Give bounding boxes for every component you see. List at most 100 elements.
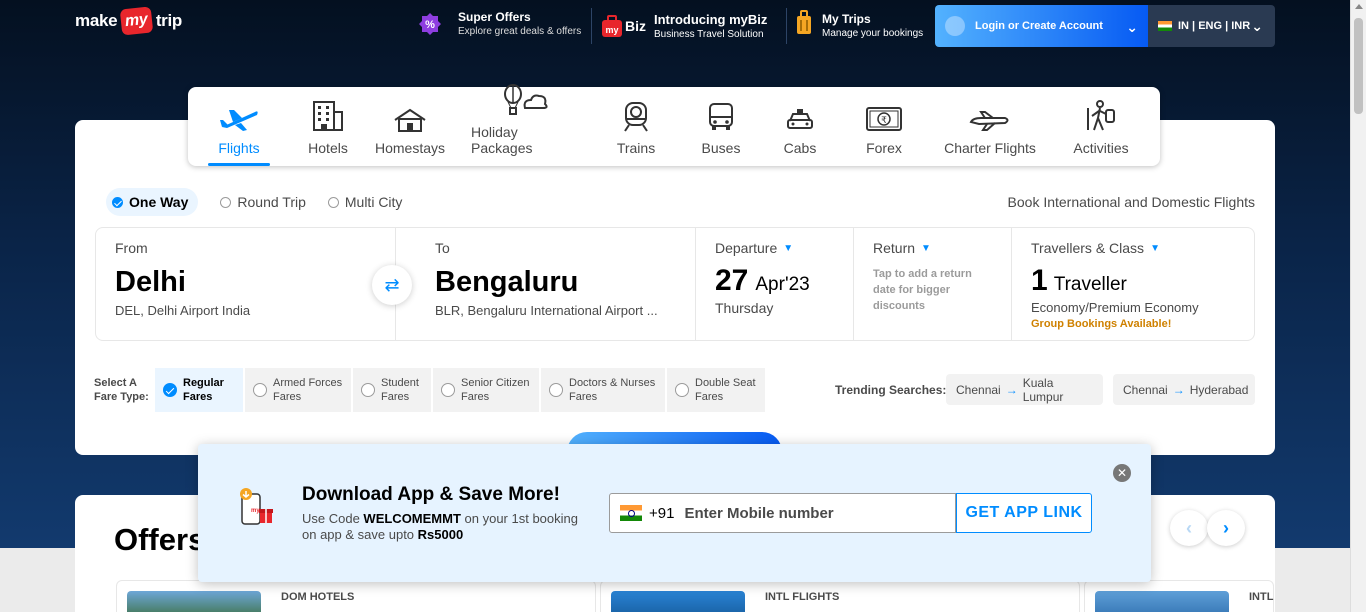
nav-holiday-packages[interactable]: Holiday Packages — [471, 84, 579, 166]
locale-selector[interactable]: IN | ENG | INR ⌄ — [1148, 5, 1275, 47]
scrollbar-thumb[interactable] — [1354, 18, 1363, 114]
radio-icon — [327, 196, 339, 208]
makemytrip-logo[interactable]: make my trip — [75, 6, 182, 36]
nav-flights[interactable]: Flights — [208, 87, 270, 166]
nav-buses[interactable]: Buses — [702, 87, 740, 166]
logo-text-make: make — [75, 11, 118, 30]
header-divider — [591, 8, 592, 44]
nav-label: Holiday Packages — [471, 124, 533, 156]
departure-day: 27 — [715, 264, 749, 297]
nav-trains[interactable]: Trains — [617, 87, 655, 166]
fare-type-label-line: Fare Type: — [94, 391, 149, 403]
fare-type-label: Select A Fare Type: — [94, 376, 149, 404]
fare-label: Fares — [381, 391, 410, 403]
offers-next-button[interactable]: › — [1207, 510, 1245, 546]
fare-label: Regular — [183, 377, 224, 389]
scroll-up-arrow-icon[interactable] — [1355, 4, 1363, 9]
fare-label: Double Seat — [695, 377, 756, 389]
nav-activities[interactable]: Activities — [1072, 87, 1130, 166]
mybiz-link[interactable]: my Biz Introducing myBiz Business Travel… — [601, 12, 767, 40]
fare-label: Fares — [183, 391, 213, 403]
chevron-down-icon: ▼ — [921, 242, 931, 254]
radio-icon — [220, 196, 232, 208]
trending-from: Chennai — [1123, 382, 1168, 397]
mybiz-badge: Biz — [625, 18, 646, 34]
my-trips-subtitle: Manage your bookings — [822, 28, 924, 39]
trending-to: Hyderabad — [1189, 382, 1249, 397]
chevron-down-icon: ⌄ — [1126, 19, 1138, 35]
group-bookings-link[interactable]: Group Bookings Available! — [1031, 318, 1254, 330]
nav-hotels[interactable]: Hotels — [306, 87, 350, 166]
fare-armed-forces[interactable]: Armed Forces Fares — [245, 368, 351, 412]
nav-forex[interactable]: ₹ Forex — [864, 87, 904, 166]
radio-icon — [361, 383, 375, 397]
nav-label: Buses — [701, 140, 741, 156]
from-city: Delhi — [115, 266, 186, 298]
locale-label: IN | ENG | INR — [1178, 20, 1251, 32]
offer-category: DOM HOTELS — [281, 591, 355, 603]
fare-label: Fares — [569, 391, 598, 403]
activities-icon — [1084, 98, 1118, 132]
super-offers-link[interactable]: % Super Offers Explore great deals & off… — [418, 10, 581, 37]
departure-field[interactable]: Departure ▼ 27 Apr'23 Thursday — [696, 228, 854, 340]
get-app-link-button[interactable]: GET APP LINK — [956, 493, 1092, 533]
travel-class: Economy/Premium Economy — [1031, 300, 1199, 315]
mobile-number-input[interactable] — [684, 504, 935, 522]
trip-type-one-way[interactable]: One Way — [106, 188, 199, 216]
return-field[interactable]: Return ▼ Tap to add a return date for big… — [854, 228, 1012, 340]
chevron-down-icon: ⌄ — [1251, 18, 1263, 34]
departure-label: Departure — [715, 240, 778, 256]
fare-type-options: Regular Fares Armed Forces Fares Student Fa… — [155, 368, 767, 412]
page-scrollbar[interactable] — [1350, 0, 1366, 612]
to-field[interactable]: To Bengaluru BLR, Bengaluru Internationa… — [396, 228, 696, 340]
trending-searches-label: Trending Searches: — [835, 383, 947, 397]
return-hint: Tap to add a return date for bigger disc… — [873, 268, 972, 312]
chevron-right-icon: › — [1223, 517, 1229, 538]
india-flag-icon — [620, 505, 642, 521]
app-popup-title: Download App & Save More! — [302, 484, 560, 505]
country-code[interactable]: +91 — [649, 505, 674, 522]
trending-chip[interactable]: Chennai → Kuala Lumpur — [946, 374, 1103, 405]
nav-homestays[interactable]: Homestays — [375, 87, 445, 166]
from-airport: DEL, Delhi Airport India — [115, 303, 251, 318]
from-field[interactable]: From Delhi DEL, Delhi Airport India — [96, 228, 396, 340]
my-trips-link[interactable]: My Trips Manage your bookings — [796, 10, 923, 41]
offer-category: INTL — [1249, 591, 1274, 603]
app-sub-text: Use Code — [302, 511, 364, 526]
chevron-down-icon: ▼ — [1150, 242, 1160, 254]
swap-cities-button[interactable]: ⇄ — [372, 265, 412, 305]
fare-student[interactable]: Student Fares — [353, 368, 431, 412]
nav-cabs[interactable]: Cabs — [784, 87, 816, 166]
offers-prev-button[interactable]: ‹ — [1170, 510, 1208, 546]
fare-doctors-nurses[interactable]: Doctors & Nurses Fares — [541, 368, 665, 412]
trip-type-label: Round Trip — [237, 194, 306, 210]
trip-type-selector: One Way Round Trip Multi City — [106, 188, 424, 216]
to-label: To — [435, 240, 450, 256]
app-popup-subtitle: Use Code WELCOMEMMT on your 1st booking … — [302, 511, 592, 543]
mybiz-subtitle: Business Travel Solution — [654, 29, 764, 40]
forex-icon: ₹ — [865, 98, 903, 132]
fare-label: Fares — [461, 391, 490, 403]
login-button[interactable]: Login or Create Account ⌄ — [935, 5, 1148, 47]
nav-label: Hotels — [308, 140, 348, 156]
to-city: Bengaluru — [435, 266, 579, 298]
phone-gift-icon: my — [238, 488, 276, 533]
super-offers-title: Super Offers — [458, 10, 531, 24]
hotel-icon — [310, 98, 346, 132]
trip-type-multi-city[interactable]: Multi City — [327, 194, 402, 210]
fare-senior-citizen[interactable]: Senior Citizen Fares — [433, 368, 539, 412]
trending-to: Kuala Lumpur — [1022, 375, 1064, 404]
return-label: Return — [873, 240, 916, 256]
trending-chip[interactable]: Chennai → Hyderabad — [1113, 374, 1255, 405]
chevron-down-icon: ▼ — [783, 242, 794, 254]
fare-double-seat[interactable]: Double Seat Fares — [667, 368, 765, 412]
header-divider — [786, 8, 787, 44]
homestay-icon — [393, 98, 427, 132]
nav-label: Trains — [616, 140, 656, 156]
travellers-field[interactable]: Travellers & Class ▼ 1 Traveller Economy/… — [1012, 228, 1254, 340]
nav-charter-flights[interactable]: Charter Flights — [944, 87, 1036, 166]
close-popup-button[interactable]: ✕ — [1113, 464, 1131, 482]
fare-regular[interactable]: Regular Fares — [155, 368, 243, 412]
trip-type-round-trip[interactable]: Round Trip — [220, 194, 306, 210]
fare-label: Fares — [695, 391, 724, 403]
